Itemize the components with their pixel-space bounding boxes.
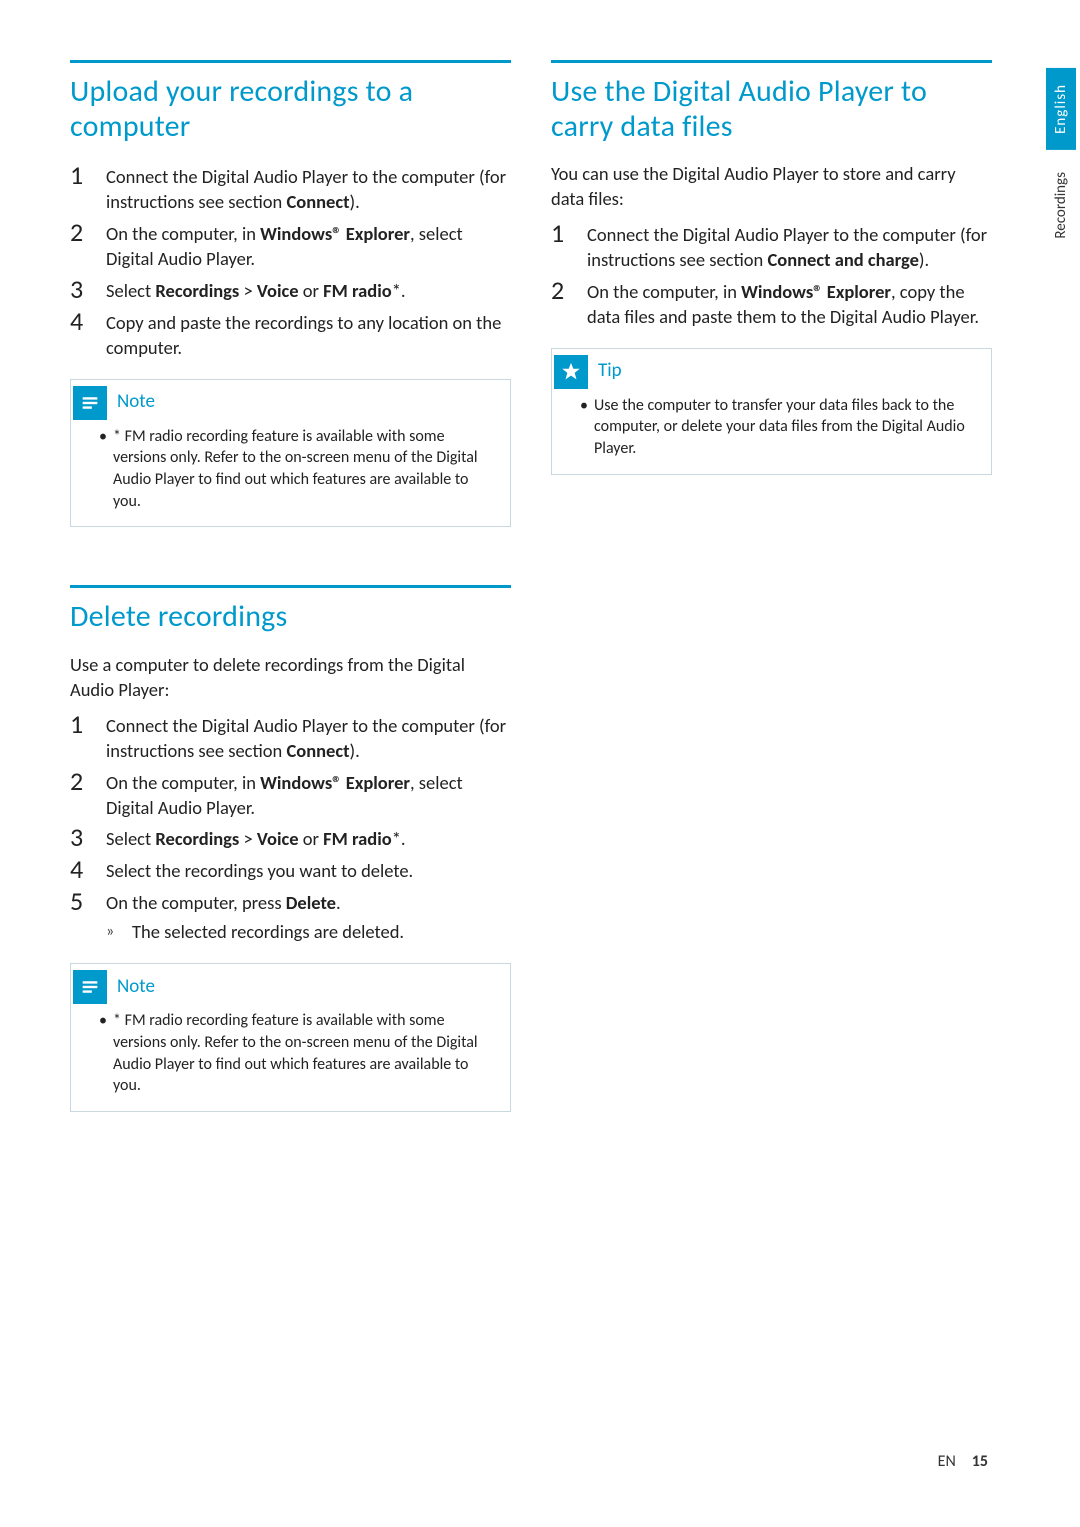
step-text: Copy and paste the recordings to any loc…: [106, 308, 511, 361]
right-column: Use the Digital Audio Player to carry da…: [551, 60, 1020, 1142]
delete-intro: Use a computer to delete recordings from…: [70, 653, 511, 703]
tip-icon: [554, 355, 588, 389]
step: 4 Select the recordings you want to dele…: [70, 856, 511, 884]
step: 2 On the computer, in Windows® Explorer,…: [70, 219, 511, 272]
carry-intro: You can use the Digital Audio Player to …: [551, 162, 992, 212]
section-rule: [70, 585, 511, 588]
heading-upload: Upload your recordings to a computer: [70, 75, 511, 144]
step-text: Connect the Digital Audio Player to the …: [106, 162, 511, 215]
note-box: Note * FM radio recording feature is ava…: [70, 963, 511, 1111]
step-text: Select Recordings > Voice or FM radio*.: [106, 276, 406, 304]
step-text: Connect the Digital Audio Player to the …: [587, 220, 992, 273]
note-box: Note * FM radio recording feature is ava…: [70, 379, 511, 527]
note-item: * FM radio recording feature is availabl…: [99, 1010, 492, 1096]
step-number: 3: [70, 824, 106, 851]
step-number: 2: [70, 768, 106, 795]
step-number: 1: [70, 162, 106, 189]
note-label: Note: [117, 390, 155, 413]
tab-language: English: [1046, 68, 1076, 150]
note-icon: [73, 386, 107, 420]
tip-box: Tip Use the computer to transfer your da…: [551, 348, 992, 475]
left-column: Upload your recordings to a computer 1 C…: [70, 60, 511, 1142]
step: 4 Copy and paste the recordings to any l…: [70, 308, 511, 361]
result-arrow-icon: »: [106, 920, 132, 941]
step-number: 3: [70, 276, 106, 303]
step-result: » The selected recordings are deleted.: [106, 920, 511, 945]
delete-steps: 1 Connect the Digital Audio Player to th…: [70, 711, 511, 946]
step-number: 1: [551, 220, 587, 247]
tip-label: Tip: [598, 359, 622, 382]
heading-carry: Use the Digital Audio Player to carry da…: [551, 75, 992, 144]
step-number: 5: [70, 888, 106, 915]
note-icon: [73, 970, 107, 1004]
step-number: 2: [551, 277, 587, 304]
step-text: Select the recordings you want to delete…: [106, 856, 413, 884]
step: 2 On the computer, in Windows® Explorer,…: [70, 768, 511, 821]
step: 2 On the computer, in Windows® Explorer,…: [551, 277, 992, 330]
note-label: Note: [117, 975, 155, 998]
step: 3 Select Recordings > Voice or FM radio*…: [70, 276, 511, 304]
section-rule: [551, 60, 992, 63]
step: 1 Connect the Digital Audio Player to th…: [551, 220, 992, 273]
step-number: 1: [70, 711, 106, 738]
step: 5 On the computer, press Delete.: [70, 888, 511, 916]
step-text: On the computer, in Windows® Explorer, s…: [106, 219, 511, 272]
upload-steps: 1 Connect the Digital Audio Player to th…: [70, 162, 511, 361]
step-number: 2: [70, 219, 106, 246]
tip-item: Use the computer to transfer your data f…: [580, 395, 973, 460]
footer-lang: EN: [938, 1452, 956, 1471]
tab-section: Recordings: [1046, 156, 1076, 255]
footer-page-number: 15: [972, 1452, 988, 1471]
side-tabs: English Recordings: [1046, 68, 1080, 255]
step-text: On the computer, in Windows® Explorer, s…: [106, 768, 511, 821]
step-number: 4: [70, 308, 106, 335]
carry-steps: 1 Connect the Digital Audio Player to th…: [551, 220, 992, 330]
step-text: On the computer, in Windows® Explorer, c…: [587, 277, 992, 330]
page-footer: EN 15: [938, 1452, 988, 1471]
note-item: * FM radio recording feature is availabl…: [99, 426, 492, 512]
step-number: 4: [70, 856, 106, 883]
step: 1 Connect the Digital Audio Player to th…: [70, 162, 511, 215]
step: 1 Connect the Digital Audio Player to th…: [70, 711, 511, 764]
step-text: Connect the Digital Audio Player to the …: [106, 711, 511, 764]
step-text: Select Recordings > Voice or FM radio*.: [106, 824, 406, 852]
section-rule: [70, 60, 511, 63]
manual-page: English Recordings Upload your recording…: [0, 0, 1080, 1527]
heading-delete: Delete recordings: [70, 600, 511, 635]
result-text: The selected recordings are deleted.: [132, 920, 404, 945]
step: 3 Select Recordings > Voice or FM radio*…: [70, 824, 511, 852]
step-text: On the computer, press Delete.: [106, 888, 341, 916]
